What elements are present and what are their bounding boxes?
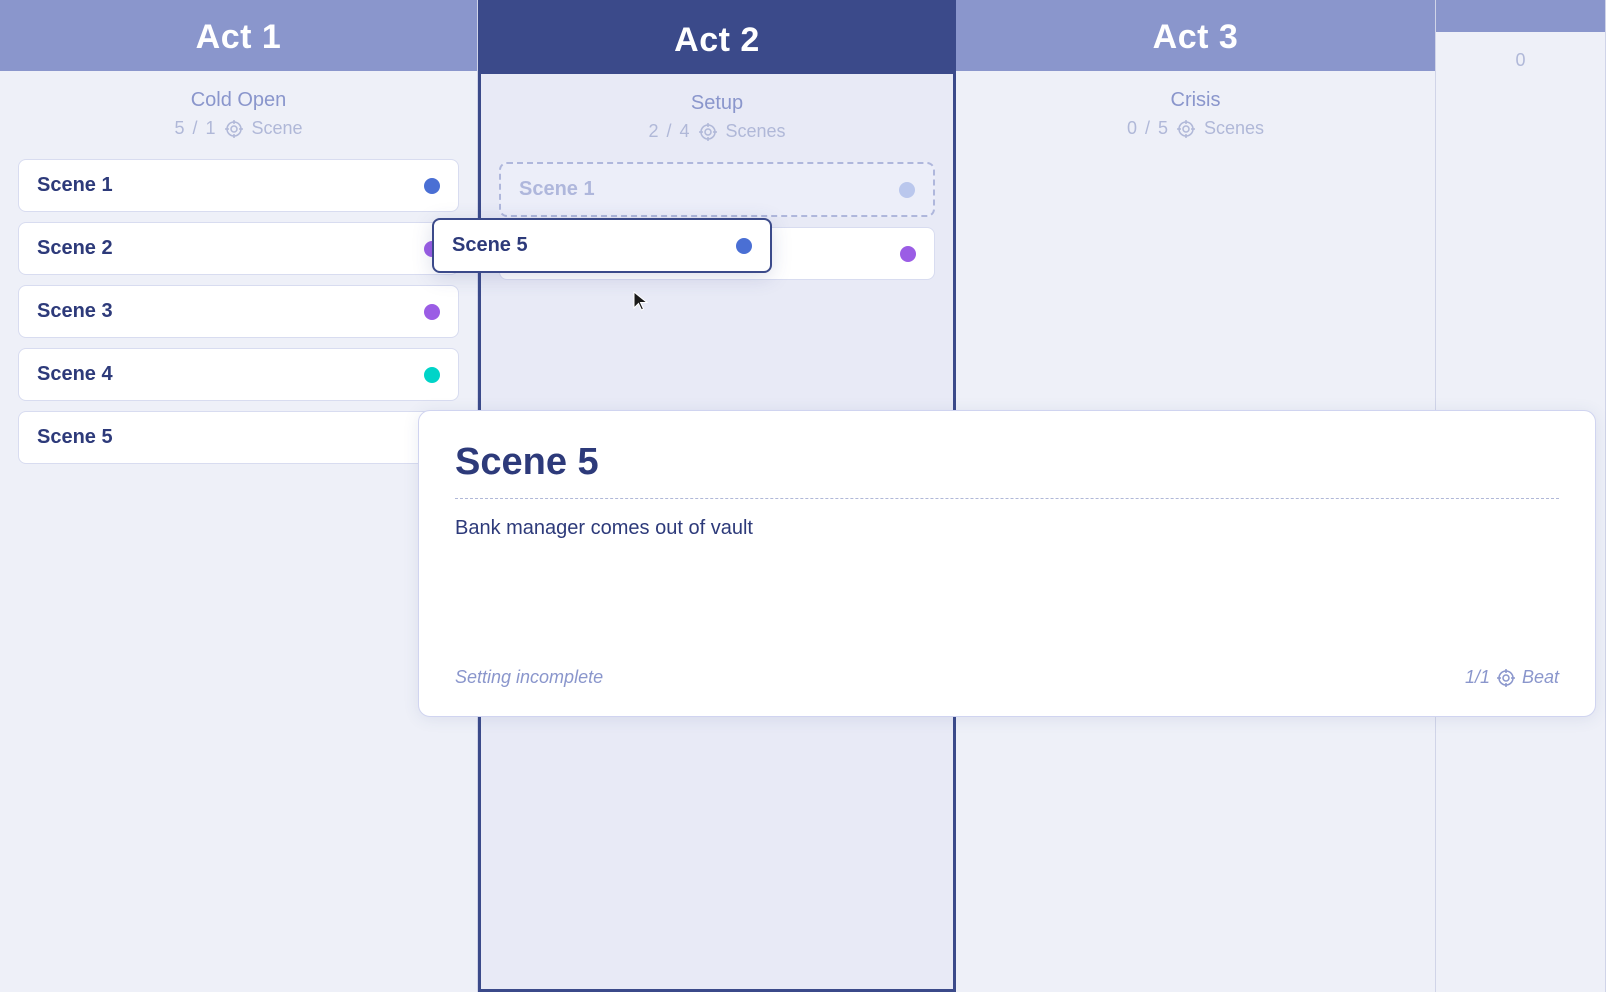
act1-scene4-card[interactable]: Scene 4 bbox=[18, 348, 459, 401]
act1-section-name: Cold Open bbox=[20, 89, 457, 112]
act3-section-header: Crisis 0 / 5 Scenes bbox=[956, 71, 1435, 149]
act1-scene5-card[interactable]: Scene 5 bbox=[18, 411, 459, 464]
act3-scene-count: 0 / 5 Scenes bbox=[976, 118, 1415, 139]
act3-count-current: 0 bbox=[1127, 118, 1137, 139]
act1-scene1-card[interactable]: Scene 1 bbox=[18, 159, 459, 212]
detail-footer: Setting incomplete 1/1 Beat bbox=[455, 667, 1559, 688]
detail-beat-label: Beat bbox=[1522, 667, 1559, 688]
drag-overlay-dot bbox=[736, 238, 752, 254]
act1-scene4-dot bbox=[424, 367, 440, 383]
act1-section-header: Cold Open 5 / 1 Scene bbox=[0, 71, 477, 149]
detail-status: Setting incomplete bbox=[455, 667, 603, 688]
act1-scenes-list: Scene 1 Scene 2 Scene 3 Scene 4 Scene 5 bbox=[0, 149, 477, 474]
act3-count-label: Scenes bbox=[1204, 118, 1264, 139]
act2-scene1-ghost-title: Scene 1 bbox=[519, 178, 595, 201]
detail-scene-title: Scene 5 bbox=[455, 441, 1559, 484]
act2-target-icon bbox=[698, 122, 718, 142]
act4-header bbox=[1436, 0, 1605, 32]
board: Act 1 Cold Open 5 / 1 Scene S bbox=[0, 0, 1606, 992]
drag-overlay-card[interactable]: Scene 5 bbox=[432, 218, 772, 273]
act1-count-sep: / bbox=[192, 118, 197, 139]
act1-scene3-dot bbox=[424, 304, 440, 320]
detail-divider bbox=[455, 498, 1559, 499]
act2-scene-count: 2 / 4 Scenes bbox=[501, 121, 933, 142]
act3-count-sep: / bbox=[1145, 118, 1150, 139]
act3-title: Act 3 bbox=[976, 18, 1415, 57]
drag-overlay-title: Scene 5 bbox=[452, 234, 528, 257]
act1-count-current: 5 bbox=[174, 118, 184, 139]
act1-column: Act 1 Cold Open 5 / 1 Scene S bbox=[0, 0, 478, 992]
act1-scene3-card[interactable]: Scene 3 bbox=[18, 285, 459, 338]
act2-scene1-ghost-dot bbox=[899, 182, 915, 198]
act1-count-label: Scene bbox=[252, 118, 303, 139]
act1-scene4-title: Scene 4 bbox=[37, 363, 113, 386]
act2-scene1-ghost: Scene 1 bbox=[499, 162, 935, 217]
act3-count-total: 5 bbox=[1158, 118, 1168, 139]
act2-title: Act 2 bbox=[501, 21, 933, 60]
act3-target-icon bbox=[1176, 119, 1196, 139]
detail-description: Bank manager comes out of vault bbox=[455, 517, 1559, 637]
act1-scene-count: 5 / 1 Scene bbox=[20, 118, 457, 139]
act1-scene1-title: Scene 1 bbox=[37, 174, 113, 197]
act2-section-header: Setup 2 / 4 Scenes bbox=[481, 74, 953, 152]
act1-scene2-card[interactable]: Scene 2 bbox=[18, 222, 459, 275]
act2-count-label: Scenes bbox=[726, 121, 786, 142]
detail-beat-icon bbox=[1496, 668, 1516, 688]
act1-title: Act 1 bbox=[20, 18, 457, 57]
detail-panel: Scene 5 Bank manager comes out of vault … bbox=[418, 410, 1596, 717]
detail-beat-count: 1/1 bbox=[1465, 667, 1490, 688]
act2-header: Act 2 bbox=[481, 3, 953, 74]
act1-scene5-title: Scene 5 bbox=[37, 426, 113, 449]
act1-count-total: 1 bbox=[205, 118, 215, 139]
act4-section-header: 0 bbox=[1436, 32, 1605, 81]
act2-scene2-dot bbox=[900, 246, 916, 262]
act4-scene-count: 0 bbox=[1456, 50, 1585, 71]
act2-count-total: 4 bbox=[679, 121, 689, 142]
act1-header: Act 1 bbox=[0, 0, 477, 71]
act4-count-current: 0 bbox=[1515, 50, 1525, 71]
act3-header: Act 3 bbox=[956, 0, 1435, 71]
act1-scene2-title: Scene 2 bbox=[37, 237, 113, 260]
act1-scene1-dot bbox=[424, 178, 440, 194]
detail-beat: 1/1 Beat bbox=[1465, 667, 1559, 688]
act3-section-name: Crisis bbox=[976, 89, 1415, 112]
act2-section-name: Setup bbox=[501, 92, 933, 115]
act2-count-current: 2 bbox=[648, 121, 658, 142]
act1-scene3-title: Scene 3 bbox=[37, 300, 113, 323]
act2-count-sep: / bbox=[666, 121, 671, 142]
act1-target-icon bbox=[224, 119, 244, 139]
